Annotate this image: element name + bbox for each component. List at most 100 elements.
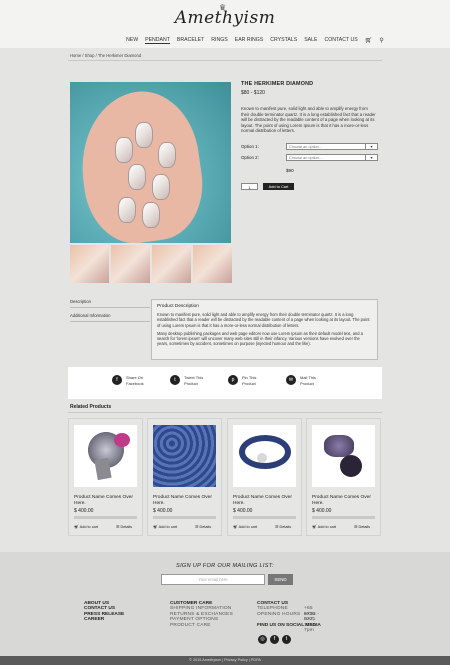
site-logo[interactable]: Amethyism — [0, 8, 450, 28]
add-to-cart-label: Add to cart — [238, 525, 258, 529]
add-to-cart-label: Add to cart — [317, 525, 337, 529]
details-label: Details — [279, 525, 292, 529]
crystal-shape — [115, 137, 133, 163]
footer-link-career[interactable]: CAREER — [84, 617, 124, 622]
product-price: $ 400.00 — [153, 508, 173, 514]
search-icon[interactable]: ⚲ — [379, 37, 383, 44]
thumbnail-strip — [70, 245, 234, 283]
option1-select[interactable]: Choose an option... ▾ — [286, 143, 378, 150]
telephone-label: TELEPHONE — [257, 606, 288, 612]
product-name[interactable]: Product Name Comes Over Here. — [312, 495, 378, 507]
nav-item-ear-rings[interactable]: EAR RINGS — [235, 37, 264, 44]
divider — [312, 516, 375, 519]
send-button[interactable]: SEND — [268, 574, 293, 585]
product-image[interactable] — [233, 425, 296, 487]
tab-additional-information[interactable]: Additional Information — [70, 313, 111, 318]
chevron-down-icon: ▾ — [365, 144, 377, 149]
copyright-bar: © 2015 Amethyism | Privacy Policy | PDPA — [0, 656, 450, 665]
add-to-cart-button[interactable]: Add to Cart — [263, 183, 294, 190]
thumbnail[interactable] — [152, 245, 191, 283]
description-title: Product Description — [157, 304, 199, 309]
site-header: ♛ Amethyism NEW PENDANT BRACELET RINGS E… — [0, 0, 450, 48]
add-to-cart-link[interactable]: 🛒︎ Add to cart — [153, 524, 177, 529]
option2-value: Choose an option... — [289, 156, 322, 160]
product-name[interactable]: Product Name Comes Over Here. — [74, 495, 140, 507]
thumbnail[interactable] — [193, 245, 232, 283]
product-image[interactable] — [74, 425, 137, 487]
nav-item-crystals[interactable]: CRYSTALS — [270, 37, 297, 44]
crystal-shape — [118, 197, 136, 223]
nav-item-sale[interactable]: SALE — [304, 37, 317, 44]
description-paragraph: Many desktop publishing packages and web… — [157, 330, 363, 347]
option2-select[interactable]: Choose an option... ▾ — [286, 154, 378, 161]
hours-row: OPENING HOURS MON - SAT, 11am - 7pm — [257, 612, 321, 633]
product-card[interactable]: Product Name Comes Over Here. $ 400.00 🛒… — [227, 418, 302, 536]
add-to-cart-link[interactable]: 🛒︎ Add to cart — [312, 524, 336, 529]
product-title: THE HERKIMER DIAMOND — [241, 81, 314, 87]
share-label: Product — [184, 381, 198, 386]
twitter-icon: t — [170, 375, 180, 385]
product-price: $ 400.00 — [312, 508, 332, 514]
product-image[interactable] — [312, 425, 375, 487]
share-twitter[interactable]: t Tweet This Product — [170, 375, 203, 387]
share-label: Product — [242, 381, 256, 386]
share-facebook[interactable]: f Share On Facebook — [112, 375, 144, 387]
share-mail[interactable]: ✉ Mail This Product — [286, 375, 316, 387]
pinterest-icon: p — [228, 375, 238, 385]
cart-icon[interactable]: 🛒︎ — [365, 37, 373, 44]
selected-price: $90 — [286, 168, 294, 173]
product-price: $ 400.00 — [74, 508, 94, 514]
instagram-icon[interactable]: ◎ — [258, 635, 267, 644]
mail-icon: ✉ — [286, 375, 296, 385]
social-links: ◎ f t — [258, 635, 294, 644]
share-pinterest[interactable]: p Pin This Product — [228, 375, 256, 387]
nav-item-contact-us[interactable]: CONTACT US — [324, 37, 357, 44]
details-label: Details — [120, 525, 133, 529]
nav-item-new[interactable]: NEW — [126, 37, 138, 44]
footer-col-contact: CONTACT US TELEPHONE +65 6702 0221 OPENIN… — [257, 601, 321, 633]
option2-label: Option 2: — [241, 155, 259, 160]
description-panel: Product Description Known to manifest pu… — [151, 299, 378, 360]
product-image[interactable] — [153, 425, 216, 487]
twitter-icon[interactable]: t — [282, 635, 291, 644]
facebook-icon: f — [112, 375, 122, 385]
product-main-image[interactable] — [70, 82, 231, 243]
details-label: Details — [199, 525, 212, 529]
nav-item-rings[interactable]: RINGS — [211, 37, 227, 44]
divider — [70, 321, 150, 322]
product-card[interactable]: Product Name Comes Over Here. $ 400.00 🛒… — [306, 418, 381, 536]
quantity-input[interactable]: 1 — [241, 183, 258, 190]
product-price: $80 - $120 — [241, 90, 265, 96]
related-products-title: Related Products — [70, 404, 112, 410]
nav-item-bracelet[interactable]: BRACELET — [177, 37, 204, 44]
add-to-cart-link[interactable]: 🛒︎ Add to cart — [74, 524, 98, 529]
crystal-shape — [128, 164, 146, 190]
details-label: Details — [358, 525, 371, 529]
details-link[interactable]: ☰ Details — [275, 524, 291, 529]
details-link[interactable]: ☰ Details — [354, 524, 370, 529]
divider — [68, 412, 382, 413]
divider — [70, 307, 150, 308]
footer-col-customer-care: CUSTOMER CARE SHIPPING INFORMATION RETUR… — [170, 601, 233, 628]
details-link[interactable]: ☰ Details — [116, 524, 132, 529]
tab-description[interactable]: Description — [70, 299, 91, 304]
chevron-down-icon: ▾ — [365, 155, 377, 160]
thumbnail[interactable] — [111, 245, 150, 283]
product-card[interactable]: Product Name Comes Over Here. $ 400.00 🛒… — [147, 418, 222, 536]
divider — [153, 516, 216, 519]
option1-value: Choose an option... — [289, 145, 322, 149]
product-name[interactable]: Product Name Comes Over Here. — [153, 495, 219, 507]
nav-item-pendant[interactable]: PENDANT — [145, 37, 170, 44]
option1-label: Option 1: — [241, 144, 259, 149]
product-name[interactable]: Product Name Comes Over Here. — [233, 495, 299, 507]
thumbnail[interactable] — [70, 245, 109, 283]
footer-link-care[interactable]: PRODUCT CARE — [170, 623, 233, 628]
email-input[interactable]: Your email here — [161, 574, 265, 585]
details-link[interactable]: ☰ Details — [195, 524, 211, 529]
crystal-shape — [158, 142, 176, 168]
product-card[interactable]: Product Name Comes Over Here. $ 400.00 🛒… — [68, 418, 143, 536]
breadcrumb[interactable]: Home / Shop / The Herkimer Diamond — [70, 53, 141, 58]
crystal-shape — [135, 122, 153, 148]
add-to-cart-link[interactable]: 🛒︎ Add to cart — [233, 524, 257, 529]
facebook-icon[interactable]: f — [270, 635, 279, 644]
